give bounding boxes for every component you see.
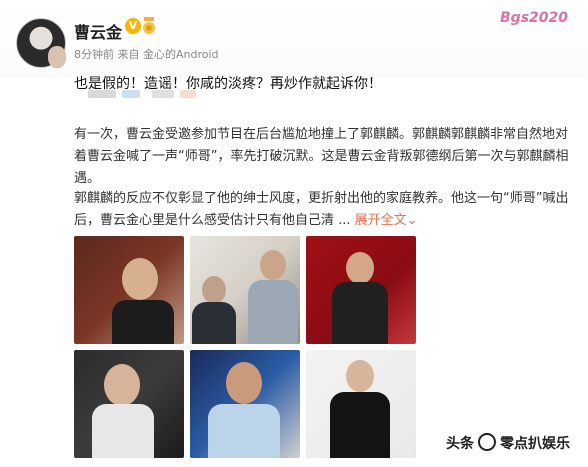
expand-full-text-link[interactable]: 展开全文⌄ [355, 213, 418, 228]
blurred-text [152, 90, 174, 98]
post-image-1[interactable] [74, 236, 184, 344]
person-head [260, 250, 286, 280]
person-head [226, 362, 262, 404]
post-header: 曹云金 V 8分钟前 来自 金心的Android Bgs2020 [0, 0, 588, 78]
watermark-bottom: 头条 零点扒娱乐 [446, 433, 570, 453]
post-status-text: 也是假的！造谣！你咸的淡疼？再炒作就起诉你！ [74, 76, 382, 92]
person-body [92, 404, 154, 458]
post-image-3[interactable] [306, 236, 416, 344]
person-head [104, 364, 140, 406]
person-body [208, 404, 280, 458]
chevron-down-icon: ⌄ [406, 213, 418, 228]
username[interactable]: 曹云金 [74, 19, 122, 43]
post-image-2[interactable] [190, 236, 300, 344]
medal-icon [143, 17, 155, 34]
image-grid [74, 236, 416, 458]
person-head [346, 252, 374, 284]
person-body [112, 300, 174, 344]
paragraph-2-text: 郭麒麟的反应不仅彰显了他的绅士风度，更折射出他的家庭教养。他这一句“师哥”喊出后… [74, 191, 569, 228]
blurred-text [180, 90, 196, 98]
post-meta: 8分钟前 来自 金心的Android [74, 48, 219, 61]
blurred-text [122, 90, 140, 98]
avatar[interactable] [16, 18, 66, 68]
post-image-4[interactable] [74, 350, 184, 458]
verified-badge-icon: V [125, 18, 141, 34]
watermark-top: Bgs2020 [500, 10, 568, 26]
person-body [248, 280, 298, 344]
post-image-5[interactable] [190, 350, 300, 458]
person-head [346, 360, 374, 392]
person-head [202, 276, 226, 304]
weibo-post-card: 曹云金 V 8分钟前 来自 金心的Android Bgs2020 也是假的！造谣… [0, 0, 588, 467]
watermark-brand: 头条 [446, 436, 474, 452]
post-image-6[interactable] [306, 350, 416, 458]
person-head [122, 258, 158, 300]
post-paragraph-1: 有一次，曹云金受邀参加节目在后台尴尬地撞上了郭麒麟。郭麒麟郭麒麟非常自然地对着曹… [74, 127, 569, 186]
watermark-account: 零点扒娱乐 [500, 436, 570, 452]
post-paragraph-2: 郭麒麟的反应不仅彰显了他的绅士风度，更折射出他的家庭教养。他这一句“师哥”喊出后… [74, 188, 574, 232]
at-icon [478, 433, 496, 451]
person-body [192, 302, 236, 344]
blurred-text [88, 90, 116, 98]
person-body [332, 282, 388, 344]
person-body [330, 392, 390, 458]
avatar-face [48, 46, 66, 68]
expand-label[interactable]: 展开全文 [355, 213, 407, 228]
